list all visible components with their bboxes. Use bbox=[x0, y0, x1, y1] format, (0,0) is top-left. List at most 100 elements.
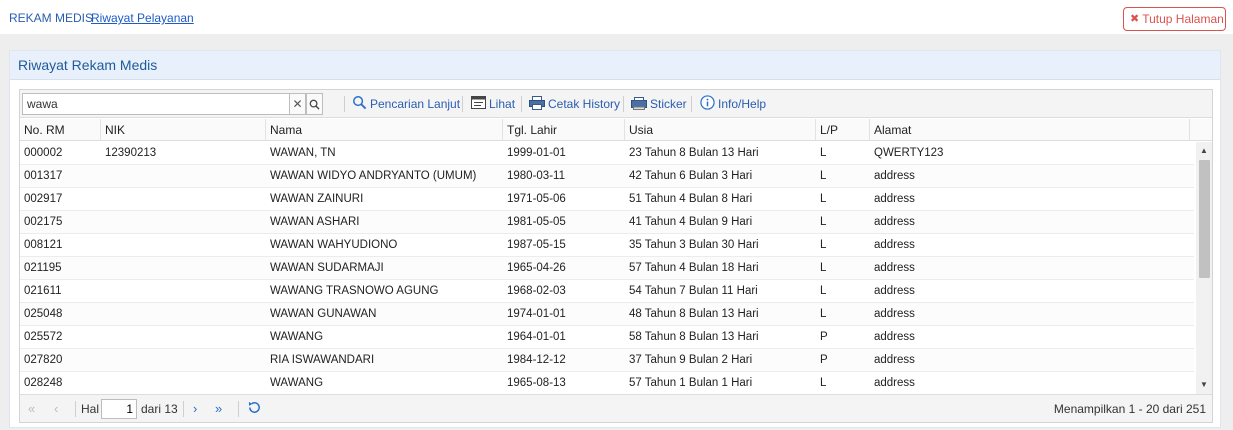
print-history-label: Cetak History bbox=[548, 97, 621, 111]
cell-jenis-kelamin: L bbox=[820, 285, 827, 297]
cell-no-rm: 002175 bbox=[24, 216, 63, 228]
search-box: ✕ bbox=[22, 93, 323, 115]
cell-usia: 41 Tahun 4 Bulan 9 Hari bbox=[629, 216, 753, 228]
cell-no-rm: 000002 bbox=[24, 147, 63, 159]
cell-no-rm: 025048 bbox=[24, 308, 63, 320]
cell-alamat: address bbox=[874, 308, 915, 320]
prev-page-icon[interactable]: ‹ bbox=[54, 401, 58, 416]
column-header[interactable]: Tgl. Lahir bbox=[503, 119, 625, 141]
cell-nik bbox=[101, 326, 266, 348]
table-row[interactable]: 028248 WAWANG 1965-08-13 57 Tahun 1 Bulan 1… bbox=[20, 372, 1194, 394]
table-row[interactable]: 021611 WAWANG TRASNOWO AGUNG 1968-02-03 54 … bbox=[20, 280, 1194, 303]
next-page-icon[interactable]: › bbox=[193, 401, 197, 416]
table-row[interactable]: 002175 WAWAN ASHARI 1981-05-05 41 Tahun 4 B… bbox=[20, 211, 1194, 234]
cell-alamat: QWERTY123 bbox=[874, 147, 944, 159]
view-button[interactable]: Lihat bbox=[471, 95, 515, 113]
pager-separator bbox=[183, 401, 184, 417]
table-body: 000002 12390213 WAWAN, TN 1999-01-01 23 Tahu… bbox=[20, 142, 1194, 394]
toolbar-separator bbox=[521, 96, 522, 112]
cell-alamat: address bbox=[874, 216, 915, 228]
search-icon[interactable] bbox=[306, 93, 323, 115]
cell-jenis-kelamin: L bbox=[820, 193, 827, 205]
breadcrumb-rekam-medis[interactable]: REKAM MEDIS bbox=[9, 11, 93, 25]
cell-no-rm: 002917 bbox=[24, 193, 63, 205]
info-help-button[interactable]: Info/Help bbox=[700, 95, 766, 113]
table-row[interactable]: 002917 WAWAN ZAINURI 1971-05-06 51 Tahun 4 … bbox=[20, 188, 1194, 211]
scroll-thumb[interactable] bbox=[1199, 160, 1210, 278]
table-row[interactable]: 025572 WAWANG 1964-01-01 58 Tahun 8 Bulan 1… bbox=[20, 326, 1194, 349]
cell-usia: 23 Tahun 8 Bulan 13 Hari bbox=[629, 147, 759, 159]
search-input[interactable] bbox=[22, 93, 289, 115]
scroll-down-icon[interactable]: ▼ bbox=[1196, 378, 1212, 392]
close-page-button[interactable]: ✖ Tutup Halaman bbox=[1123, 7, 1226, 31]
cell-usia: 48 Tahun 8 Bulan 13 Hari bbox=[629, 308, 759, 320]
cell-jenis-kelamin: L bbox=[820, 170, 827, 182]
medical-history-panel: Riwayat Rekam Medis ✕ Pencarian Lanjut bbox=[9, 50, 1221, 428]
advanced-search-button[interactable]: Pencarian Lanjut bbox=[352, 95, 460, 113]
table-row[interactable]: 027820 RIA ISWAWANDARI 1984-12-12 37 Tahun … bbox=[20, 349, 1194, 372]
cell-nik bbox=[101, 349, 266, 371]
cell-nik bbox=[101, 234, 266, 256]
cell-alamat: address bbox=[874, 354, 915, 366]
refresh-icon[interactable] bbox=[247, 400, 262, 418]
table-row[interactable]: 025048 WAWAN GUNAWAN 1974-01-01 48 Tahun 8 … bbox=[20, 303, 1194, 326]
cell-nik bbox=[101, 372, 266, 394]
cell-jenis-kelamin: L bbox=[820, 308, 827, 320]
sticker-button[interactable]: Sticker bbox=[631, 95, 687, 113]
grid-toolbar: ✕ Pencarian Lanjut Lihat bbox=[20, 90, 1212, 118]
breadcrumb-riwayat-pelayanan[interactable]: Riwayat Pelayanan bbox=[91, 11, 194, 25]
column-header[interactable]: Nama bbox=[266, 119, 503, 141]
clear-search-icon[interactable]: ✕ bbox=[289, 93, 306, 115]
cell-usia: 37 Tahun 9 Bulan 2 Hari bbox=[629, 354, 753, 366]
toolbar-separator bbox=[344, 96, 345, 112]
cell-alamat: address bbox=[874, 170, 915, 182]
close-icon: ✖ bbox=[1130, 13, 1140, 25]
table-row[interactable]: 001317 WAWAN WIDYO ANDRYANTO (UMUM) 1980-0… bbox=[20, 165, 1194, 188]
last-page-icon[interactable]: » bbox=[215, 401, 222, 416]
cell-alamat: address bbox=[874, 377, 915, 389]
cell-tgl-lahir: 1984-12-12 bbox=[507, 354, 566, 366]
record-summary: Menampilkan 1 - 20 dari 251 bbox=[1053, 402, 1206, 416]
cell-nik bbox=[101, 211, 266, 233]
print-history-button[interactable]: Cetak History bbox=[529, 95, 620, 113]
scroll-up-icon[interactable]: ▲ bbox=[1196, 144, 1212, 158]
cell-no-rm: 008121 bbox=[24, 239, 63, 251]
cell-jenis-kelamin: L bbox=[820, 147, 827, 159]
cell-jenis-kelamin: P bbox=[820, 354, 828, 366]
table-header: No. RM NIK Nama Tgl. Lahir Usia L/P Alam… bbox=[20, 119, 1212, 141]
cell-tgl-lahir: 1987-05-15 bbox=[507, 239, 566, 251]
cell-nama: WAWAN WAHYUDIONO bbox=[270, 239, 398, 251]
column-header[interactable]: L/P bbox=[816, 119, 870, 141]
cell-alamat: address bbox=[874, 239, 915, 251]
view-label: Lihat bbox=[489, 97, 516, 111]
cell-nama: WAWANG TRASNOWO AGUNG bbox=[270, 285, 439, 297]
page-count: dari 13 bbox=[141, 402, 178, 416]
printer-icon bbox=[529, 95, 545, 113]
table-row[interactable]: 021195 WAWAN SUDARMAJI 1965-04-26 57 Tahun … bbox=[20, 257, 1194, 280]
cell-no-rm: 021611 bbox=[24, 285, 62, 297]
column-header[interactable]: Alamat bbox=[870, 119, 1190, 141]
cell-alamat: address bbox=[874, 193, 915, 205]
cell-jenis-kelamin: L bbox=[820, 216, 827, 228]
cell-no-rm: 025572 bbox=[24, 331, 63, 343]
column-header[interactable]: Usia bbox=[625, 119, 816, 141]
first-page-icon[interactable]: « bbox=[28, 401, 35, 416]
cell-nama: WAWAN ASHARI bbox=[270, 216, 360, 228]
cell-nama: WAWAN GUNAWAN bbox=[270, 308, 377, 320]
cell-nik bbox=[101, 280, 266, 302]
column-header-filler bbox=[1190, 119, 1212, 141]
column-header[interactable]: No. RM bbox=[20, 119, 101, 141]
sticker-label: Sticker bbox=[650, 97, 687, 111]
table-row[interactable]: 008121 WAWAN WAHYUDIONO 1987-05-15 35 Tahun… bbox=[20, 234, 1194, 257]
cell-no-rm: 028248 bbox=[24, 377, 63, 389]
column-header[interactable]: NIK bbox=[101, 119, 266, 141]
vertical-scrollbar[interactable]: ▲ ▼ bbox=[1196, 142, 1212, 394]
cell-nama: WAWAN WIDYO ANDRYANTO (UMUM) bbox=[270, 170, 477, 182]
cell-no-rm: 001317 bbox=[24, 170, 63, 182]
page-label: Hal bbox=[81, 402, 100, 416]
cell-alamat: address bbox=[874, 331, 915, 343]
page-number-input[interactable] bbox=[101, 399, 137, 419]
table-row[interactable]: 000002 12390213 WAWAN, TN 1999-01-01 23 Tahu… bbox=[20, 142, 1194, 165]
cell-usia: 51 Tahun 4 Bulan 8 Hari bbox=[629, 193, 753, 205]
cell-jenis-kelamin: L bbox=[820, 377, 827, 389]
